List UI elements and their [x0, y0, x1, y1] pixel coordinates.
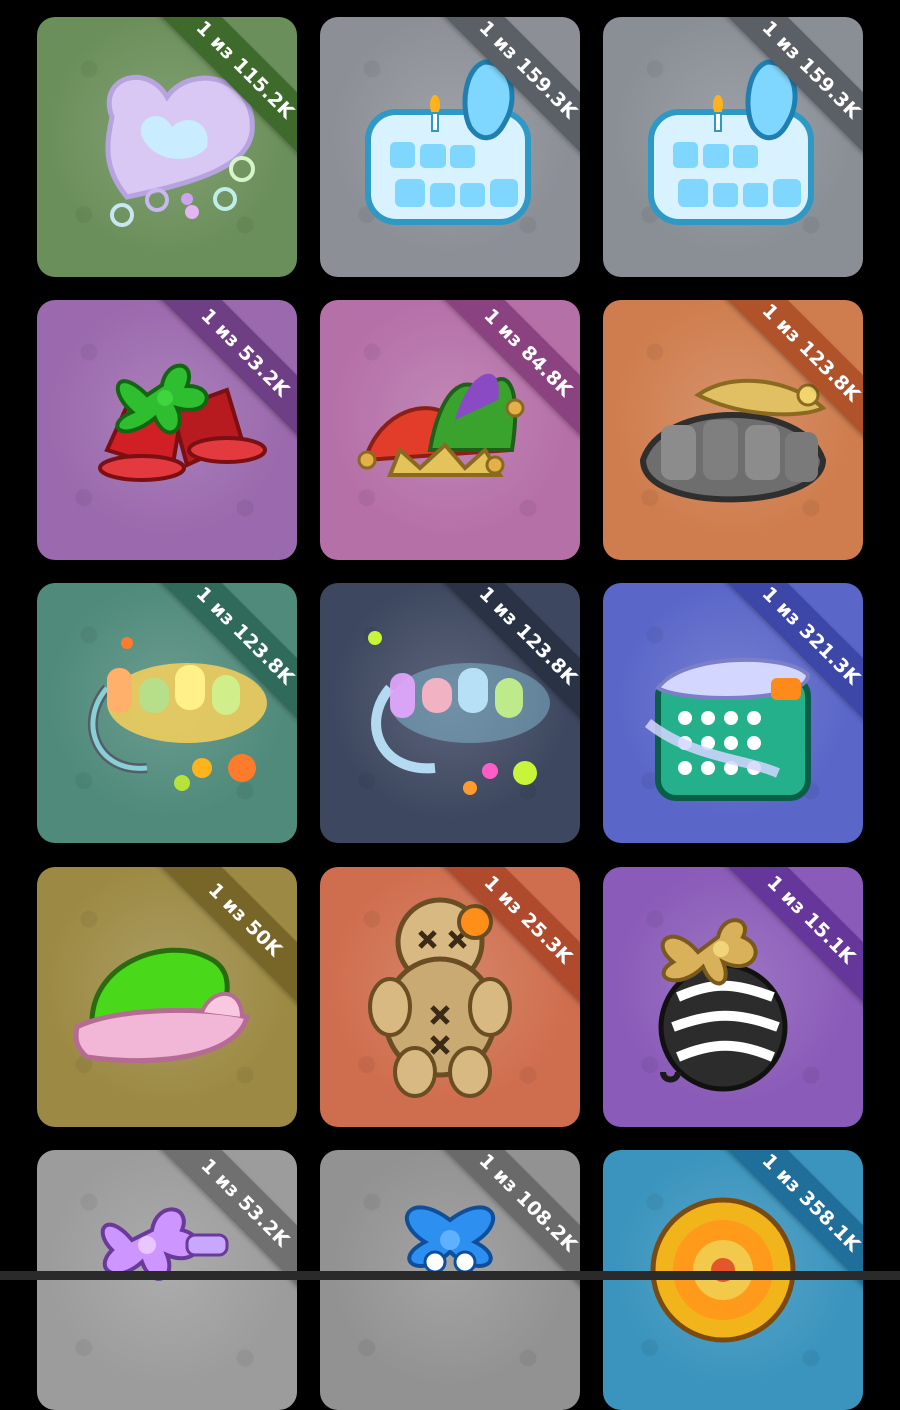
jelly-text-icon — [87, 637, 267, 791]
zebra-bell-icon — [658, 918, 788, 1092]
gift-card[interactable]: 1 из 123.8K — [37, 583, 297, 843]
gift-card[interactable]: 1 из 321.3K — [603, 583, 863, 843]
jelly-text-icon — [368, 631, 550, 795]
happy-bday-icon — [365, 59, 531, 225]
gift-card[interactable]: 1 из 123.8K — [603, 300, 863, 560]
bubble-heart-icon — [105, 74, 255, 227]
blue-bow-icon — [405, 1205, 495, 1274]
lollipop-icon — [650, 1197, 796, 1343]
gift-card[interactable]: 1 из 159.3K — [603, 17, 863, 277]
gift-card[interactable]: 1 из 25.3K — [320, 867, 580, 1127]
bottom-edge-bar — [0, 1271, 900, 1280]
gift-card[interactable]: 1 из 115.2K — [37, 17, 297, 277]
gift-card[interactable]: 1 из 159.3K — [320, 17, 580, 277]
jester-hat-icon — [357, 373, 525, 477]
gift-card[interactable]: 1 из 84.8K — [320, 300, 580, 560]
gift-grid: 1 из 115.2K 1 из 159.3K 1 из 159.3K 1 из… — [0, 0, 900, 1410]
gift-card[interactable]: 1 из 15.1K — [603, 867, 863, 1127]
happy-bday-icon — [648, 59, 814, 225]
santa-hat-icon — [73, 947, 251, 1064]
gift-card[interactable]: 1 из 358.1K — [603, 1150, 863, 1410]
2025-stone-icon — [639, 378, 827, 503]
gift-card[interactable]: 1 из 53.2K — [37, 1150, 297, 1410]
voodoo-doll-icon — [368, 897, 512, 1098]
christmas-bells-icon — [98, 363, 267, 482]
gift-bow-icon — [100, 1207, 229, 1281]
gift-card[interactable]: 1 из 50K — [37, 867, 297, 1127]
gift-card[interactable]: 1 из 108.2K — [320, 1150, 580, 1410]
gift-card[interactable]: 1 из 123.8K — [320, 583, 580, 843]
calendar-icon — [644, 657, 811, 801]
gift-card[interactable]: 1 из 53.2K — [37, 300, 297, 560]
